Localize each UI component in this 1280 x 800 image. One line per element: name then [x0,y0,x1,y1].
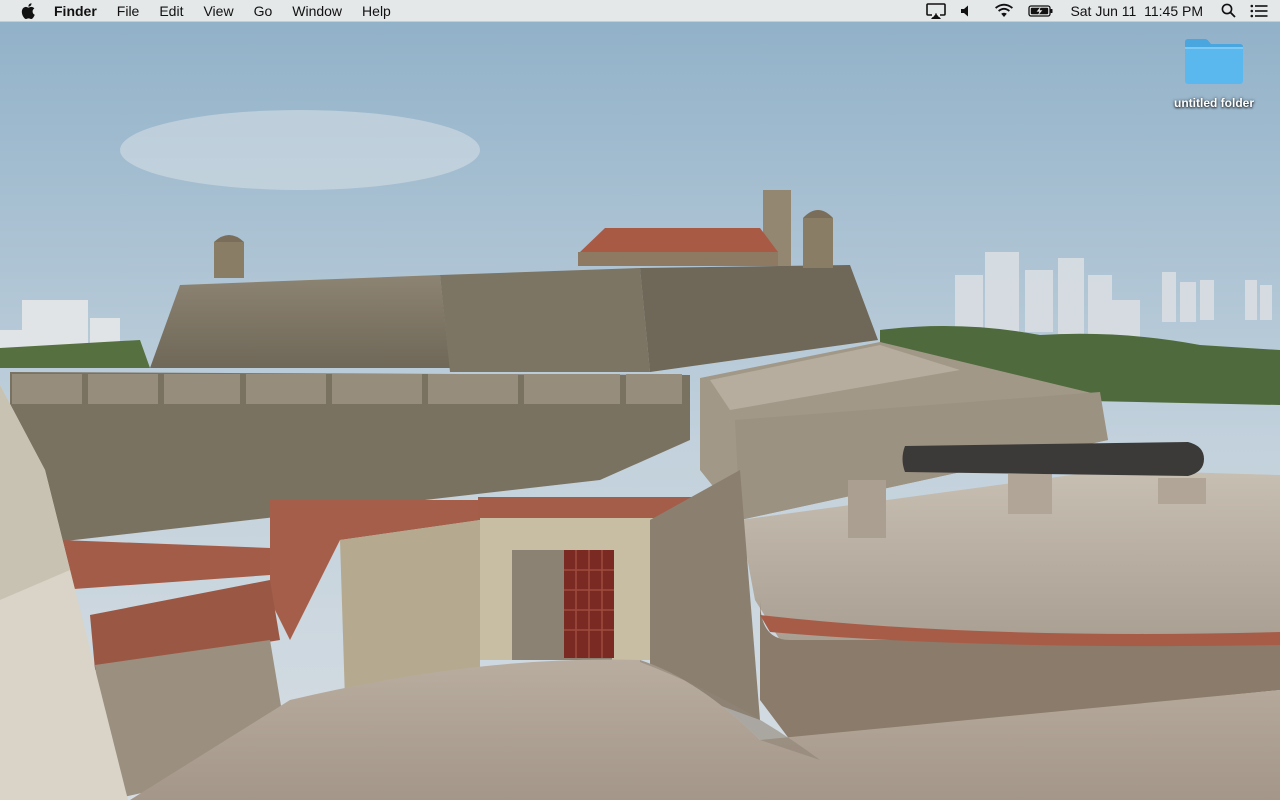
wifi-icon[interactable] [994,0,1014,22]
menu-file[interactable]: File [107,0,150,22]
apple-logo-icon[interactable] [20,0,36,22]
menu-bar-left: Finder File Edit View Go Window Help [0,0,401,22]
folder-icon[interactable] [1183,36,1245,86]
airplay-icon[interactable] [926,0,947,22]
desktop-icon-label: untitled folder [1174,96,1254,110]
menu-edit[interactable]: Edit [149,0,193,22]
menu-bar-status-area: Sat Jun 11 11:45 PM [912,0,1280,22]
menu-finder[interactable]: Finder [54,0,107,22]
desktop-folder-untitled[interactable]: untitled folder [1164,36,1264,110]
battery-charging-icon[interactable] [1028,0,1054,22]
menu-go[interactable]: Go [244,0,283,22]
notification-center-icon[interactable] [1250,0,1268,22]
menu-bar-clock[interactable]: Sat Jun 11 11:45 PM [1070,3,1203,19]
volume-icon[interactable] [960,0,972,22]
menu-view[interactable]: View [193,0,243,22]
desktop-wallpaper [0,0,1280,800]
menu-bar: Finder File Edit View Go Window Help Sat… [0,0,1280,22]
menu-help[interactable]: Help [352,0,401,22]
spotlight-search-icon[interactable] [1221,0,1236,22]
menu-window[interactable]: Window [282,0,352,22]
